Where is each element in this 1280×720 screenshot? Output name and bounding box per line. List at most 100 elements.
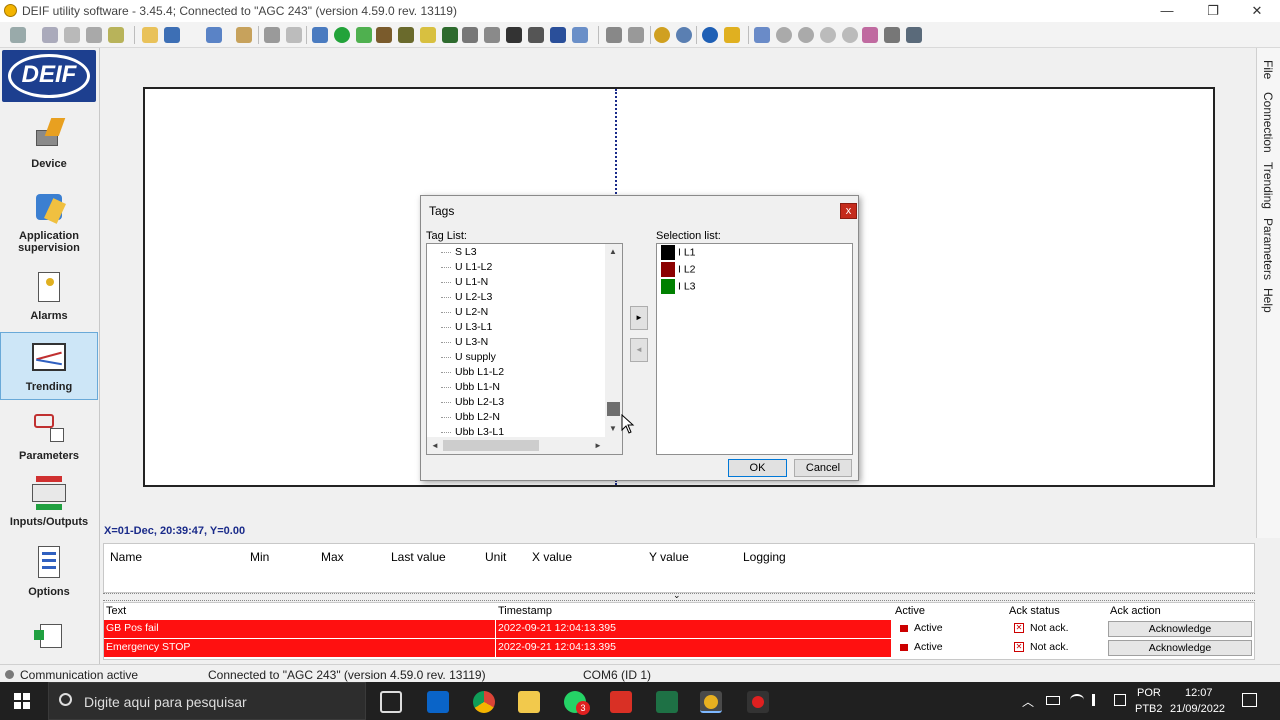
- tag-list-horizontal-scrollbar[interactable]: ◄ ►: [427, 437, 622, 454]
- wrench-icon[interactable]: [906, 27, 922, 43]
- alarm-row[interactable]: GB Pos fail 2022-09-21 12:04:13.395 Acti…: [104, 620, 1254, 638]
- monitor-icon[interactable]: [442, 27, 458, 43]
- list-item[interactable]: U L3-N: [427, 336, 488, 348]
- whatsapp-icon[interactable]: 3: [564, 691, 590, 715]
- zoom-in-icon[interactable]: [776, 27, 792, 43]
- chrome-icon[interactable]: [473, 691, 495, 713]
- column-header-name[interactable]: Name: [110, 550, 142, 564]
- key-icon[interactable]: [108, 27, 124, 43]
- column-header-last-value[interactable]: Last value: [391, 550, 446, 564]
- windows-start-icon[interactable]: [14, 693, 30, 709]
- tab-parameters[interactable]: Parameters: [1261, 218, 1275, 280]
- alarm-header-ack-action[interactable]: Ack action: [1110, 605, 1161, 617]
- refresh-icon[interactable]: [356, 27, 372, 43]
- folder-icon[interactable]: [236, 27, 252, 43]
- list-item[interactable]: Ubb L2-N: [427, 411, 500, 423]
- acknowledge-button[interactable]: Acknowledge: [1108, 621, 1252, 637]
- list-item[interactable]: Ubb L1-L2: [427, 366, 504, 378]
- dropbox-icon[interactable]: [1114, 694, 1126, 706]
- list-item[interactable]: U L2-N: [427, 306, 488, 318]
- list-item[interactable]: U L2-L3: [427, 291, 492, 303]
- recorder-icon[interactable]: [747, 691, 769, 713]
- nav-item-application-supervision[interactable]: Application supervision: [0, 190, 98, 262]
- nav-item-options[interactable]: Options: [0, 546, 98, 608]
- crossed-tools-icon[interactable]: [484, 27, 500, 43]
- excel-icon[interactable]: [656, 691, 678, 713]
- list-item[interactable]: I L1: [661, 245, 696, 260]
- deif-utility-taskbar-icon[interactable]: [700, 691, 722, 713]
- new-icon[interactable]: [334, 27, 350, 43]
- tab-trending[interactable]: Trending: [1261, 162, 1275, 209]
- outlook-icon[interactable]: [427, 691, 449, 713]
- keyboard-layout-indicator[interactable]: PTB2: [1135, 703, 1163, 715]
- gear-icon[interactable]: [654, 27, 670, 43]
- options-icon[interactable]: [676, 27, 692, 43]
- nav-item-parameters[interactable]: Parameters: [0, 410, 98, 472]
- acknowledge-button[interactable]: Acknowledge: [1108, 640, 1252, 656]
- tool-icon[interactable]: [398, 27, 414, 43]
- selection-list[interactable]: I L1 I L2 I L3: [656, 243, 853, 455]
- scroll-thumb[interactable]: [607, 402, 620, 416]
- alarm-header-ack-status[interactable]: Ack status: [1009, 605, 1060, 617]
- column-header-x-value[interactable]: X value: [532, 550, 572, 564]
- column-header-min[interactable]: Min: [250, 550, 269, 564]
- nav-item-inputs-outputs[interactable]: Inputs/Outputs: [0, 476, 98, 538]
- pen-icon[interactable]: [462, 27, 478, 43]
- sigma-icon[interactable]: [528, 27, 544, 43]
- battery-icon[interactable]: [1046, 696, 1060, 705]
- close-window-button[interactable]: ✕: [1234, 0, 1280, 22]
- scroll-up-icon[interactable]: ▲: [609, 247, 617, 256]
- nav-item-alarms[interactable]: Alarms: [0, 270, 98, 332]
- cancel-button[interactable]: Cancel: [794, 459, 852, 477]
- print-preview-icon[interactable]: [286, 27, 302, 43]
- maximize-button[interactable]: ❐: [1190, 0, 1236, 22]
- scroll-left-icon[interactable]: ◄: [431, 441, 439, 450]
- network-icon[interactable]: [64, 27, 80, 43]
- volume-icon[interactable]: [1092, 694, 1104, 706]
- database-icon[interactable]: [884, 27, 900, 43]
- horizontal-scroll-thumb[interactable]: [443, 440, 539, 451]
- info-icon[interactable]: [702, 27, 718, 43]
- counter-icon[interactable]: [506, 27, 522, 43]
- pause-icon[interactable]: [754, 27, 770, 43]
- list-item[interactable]: I L3: [661, 279, 696, 294]
- list-item[interactable]: Ubb L2-L3: [427, 396, 504, 408]
- shield-icon[interactable]: [724, 27, 740, 43]
- alarm-header-active[interactable]: Active: [895, 605, 925, 617]
- tag-list-vertical-scrollbar[interactable]: ▲ ▼: [605, 244, 622, 437]
- id-icon[interactable]: [550, 27, 566, 43]
- document-icon[interactable]: [628, 27, 644, 43]
- tray-chevron-icon[interactable]: ︿: [1022, 693, 1034, 710]
- remove-tag-button[interactable]: ◄: [630, 338, 648, 362]
- connect-icon[interactable]: [10, 27, 26, 43]
- splitter-chevron-icon[interactable]: ⌄: [673, 590, 681, 601]
- write-icon[interactable]: [312, 27, 328, 43]
- settings-sun-icon[interactable]: [420, 27, 436, 43]
- list-item[interactable]: U supply: [427, 351, 496, 363]
- list-item[interactable]: Ubb L1-N: [427, 381, 500, 393]
- tab-help[interactable]: Help: [1261, 288, 1275, 313]
- language-indicator[interactable]: POR: [1137, 687, 1161, 699]
- dialog-close-button[interactable]: x: [840, 203, 857, 219]
- open-folder-icon[interactable]: [142, 27, 158, 43]
- save-icon[interactable]: [164, 27, 180, 43]
- disconnect-icon[interactable]: [42, 27, 58, 43]
- nav-more-icon[interactable]: [32, 622, 66, 652]
- list-icon[interactable]: [606, 27, 622, 43]
- transfer-icon[interactable]: [572, 27, 588, 43]
- list-item[interactable]: U L1-N: [427, 276, 488, 288]
- column-header-logging[interactable]: Logging: [743, 550, 786, 564]
- add-tag-button[interactable]: ►: [630, 306, 648, 330]
- wifi-icon[interactable]: [1070, 694, 1084, 706]
- print-icon[interactable]: [264, 27, 280, 43]
- zoom-reset-icon[interactable]: [820, 27, 836, 43]
- device-icon[interactable]: [86, 27, 102, 43]
- scroll-right-icon[interactable]: ►: [594, 441, 602, 450]
- list-item[interactable]: S L3: [427, 246, 477, 258]
- nav-item-trending[interactable]: Trending: [0, 332, 98, 400]
- taskbar-search-box[interactable]: Digite aqui para pesquisar: [48, 682, 366, 720]
- pdf-icon[interactable]: [610, 691, 632, 713]
- edit-icon[interactable]: [376, 27, 392, 43]
- alarm-header-timestamp[interactable]: Timestamp: [498, 605, 552, 617]
- list-item[interactable]: U L3-L1: [427, 321, 492, 333]
